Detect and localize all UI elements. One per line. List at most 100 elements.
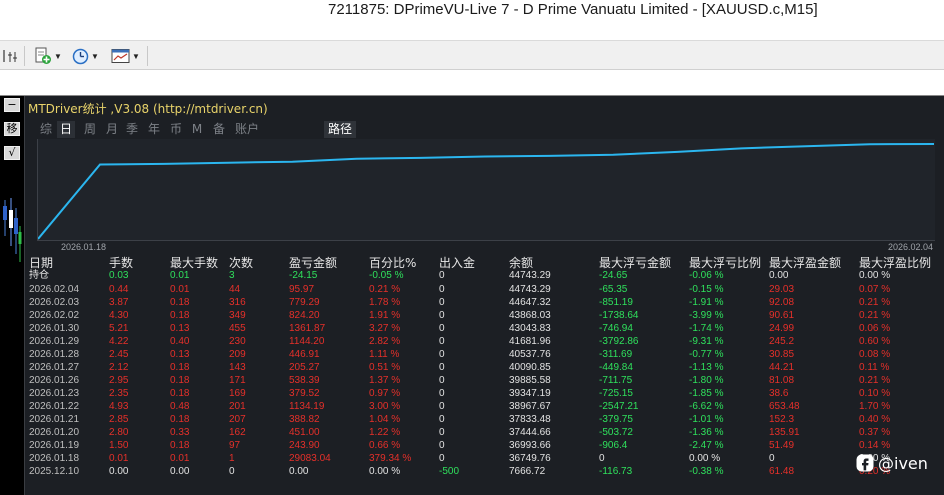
tab-note[interactable]: 备 [210,121,228,138]
cell-max-float-loss: 0 [599,453,605,464]
cell-max-float-profit-pct: 0.08 % [859,349,891,360]
cell-max-float-profit: 61.48 [769,466,795,477]
col-header-balance: 余额 [509,256,534,270]
cell-date: 2026.01.18 [29,453,80,464]
cell-max-float-loss: -311.69 [599,349,633,360]
cell-lots: 3.87 [109,297,129,308]
watermark-text: @iven [878,453,928,473]
cell-max-float-loss-pct: -1.85 % [689,388,724,399]
cell-max-float-profit-pct: 0.10 % [859,388,891,399]
cell-max-float-loss: -2547.21 [599,401,639,412]
cell-count: 455 [229,323,246,334]
cell-max-float-loss: -906.4 [599,440,628,451]
holding-label: 持仓 [29,270,49,281]
move-icon: 移 [6,122,18,135]
tab-year[interactable]: 年 [145,121,163,138]
cell-profit: 0.00 [289,466,309,477]
move-panel-button[interactable]: 移 [4,122,20,136]
cell-date: 2026.02.04 [29,284,80,295]
cell-date: 2026.01.20 [29,427,80,438]
cell-balance: 39885.58 [509,375,551,386]
cell-max-lots: 0.01 [170,284,190,295]
minimize-panel-button[interactable]: − [4,98,20,112]
cell-count: 44 [229,284,241,295]
cell-max-float-loss: -711.75 [599,375,633,386]
cell-profit: 243.90 [289,440,320,451]
cell-max-float-profit: 30.85 [769,349,795,360]
cell-date: 2026.01.21 [29,414,80,425]
cell-date: 2026.01.22 [29,401,80,412]
cell-deposit: 0 [439,414,445,425]
cell-deposit: 0 [439,310,445,321]
cell-max-lots: 0.40 [170,336,190,347]
cell-balance: 38967.67 [509,401,551,412]
tab-currency[interactable]: 币 [167,121,185,138]
cell-max-float-profit: 81.08 [769,375,795,386]
cell-percent: 3.27 % [369,323,401,334]
holding-percent: -0.05 % [369,270,404,281]
cell-max-float-loss-pct: -0.77 % [689,349,724,360]
cell-profit: 388.82 [289,414,320,425]
cell-max-float-loss-pct: -3.99 % [689,310,724,321]
path-button[interactable]: 路径 [324,121,356,138]
cell-balance: 37444.66 [509,427,551,438]
tab-day[interactable]: 日 [57,121,75,138]
cell-deposit: 0 [439,375,445,386]
mtdriver-stats-panel: MTDriver统计 ,V3.08 (http://mtdriver.cn) 综… [24,96,944,495]
cell-deposit: 0 [439,453,445,464]
table-row: 2026.01.19 1.50 0.18 97 243.90 0.66 % 0 36993.6… [29,439,941,452]
cell-max-float-loss: -851.19 [599,297,633,308]
table-row: 2026.01.29 4.22 0.40 230 1144.20 2.82 % 0 41681… [29,335,941,348]
periodicity-button[interactable]: ▼ [72,46,99,66]
cell-max-float-loss: -449.84 [599,362,633,373]
cell-max-float-profit: 135.91 [769,427,800,438]
cell-max-float-profit-pct: 0.21 % [859,375,891,386]
col-header-max-float-loss-pct: 最大浮亏比例 [689,256,762,270]
cell-max-lots: 0.00 [170,466,190,477]
cell-count: 97 [229,440,241,451]
cell-percent: 1.11 % [369,349,400,360]
holding-deposit: 0 [439,270,445,281]
cell-deposit: 0 [439,362,445,373]
holding-max-float-profit-pct: 0.00 % [859,270,891,281]
candlestick-fragment [3,198,22,262]
cell-balance: 7666.72 [509,466,546,477]
cell-lots: 2.80 [109,427,129,438]
check-panel-button[interactable]: √ [4,146,20,160]
cell-profit: 1144.20 [289,336,325,347]
cell-lots: 2.85 [109,414,129,425]
table-row: 2026.01.23 2.35 0.18 169 379.52 0.97 % 0 39347.… [29,387,941,400]
cell-deposit: 0 [439,336,445,347]
tab-magic[interactable]: M [190,121,204,138]
tab-month[interactable]: 月 [103,121,121,138]
cell-max-float-loss-pct: 0.00 % [689,453,721,464]
period-separator-button[interactable] [2,46,18,66]
cell-percent: 0.00 % [369,466,401,477]
cell-max-float-profit-pct: 0.21 % [859,310,891,321]
tab-account[interactable]: 账户 [232,121,262,138]
templates-button[interactable]: ▼ [111,46,140,66]
tab-summary[interactable]: 综 [37,121,55,138]
cell-deposit: 0 [439,401,445,412]
cell-balance: 37833.48 [509,414,551,425]
cell-profit: 451.00 [289,427,320,438]
cell-date: 2025.12.10 [29,466,80,477]
tab-week[interactable]: 周 [81,121,99,138]
holding-max-lots: 0.01 [170,270,190,281]
cell-date: 2026.02.03 [29,297,80,308]
cell-count: 209 [229,349,246,360]
cell-date: 2026.01.26 [29,375,80,386]
cell-balance: 40090.85 [509,362,551,373]
holding-balance: 44743.29 [509,270,551,281]
cell-count: 207 [229,414,246,425]
cell-percent: 1.37 % [369,375,401,386]
tab-quarter[interactable]: 季 [123,121,141,138]
add-indicator-button[interactable]: ▼ [34,46,62,66]
cell-max-float-loss-pct: -1.13 % [689,362,724,373]
cell-max-float-loss: -116.73 [599,466,633,477]
cell-percent: 2.82 % [369,336,401,347]
cell-max-float-profit: 245.2 [769,336,795,347]
cell-max-float-loss: -725.15 [599,388,633,399]
cell-max-float-profit-pct: 0.37 % [859,427,891,438]
holding-lots: 0.03 [109,270,129,281]
